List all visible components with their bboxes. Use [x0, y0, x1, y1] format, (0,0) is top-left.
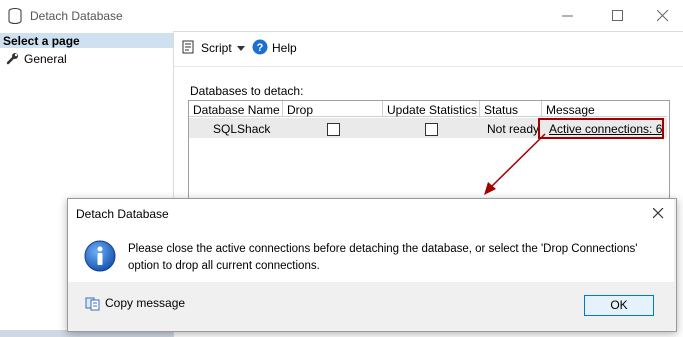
maximize-icon [612, 10, 623, 21]
column-header-drop-connections[interactable]: Drop Connections [283, 101, 383, 131]
help-button[interactable]: ? Help [252, 38, 302, 58]
window-title: Detach Database [30, 9, 123, 23]
databases-label: Databases to detach: [190, 84, 304, 98]
minimize-icon [562, 15, 573, 17]
help-icon: ? [252, 39, 268, 55]
column-header-update-statistics[interactable]: Update Statistics [383, 101, 480, 117]
script-label: Script [201, 41, 232, 55]
dialog-close-button[interactable] [646, 201, 670, 225]
close-button[interactable] [640, 0, 683, 31]
wrench-icon [6, 53, 18, 65]
annotation-arrow [484, 133, 546, 195]
svg-text:?: ? [257, 42, 264, 54]
dialog-message-line2: option to drop all current connections. [128, 260, 320, 272]
highlight-box [538, 118, 664, 139]
help-label: Help [272, 41, 297, 55]
select-page-header: Select a page [0, 33, 173, 48]
database-name-cell: SQLShack [213, 122, 271, 136]
minimize-button[interactable] [545, 0, 591, 31]
maximize-button[interactable] [595, 0, 641, 31]
update-statistics-checkbox[interactable] [425, 123, 438, 136]
chevron-down-icon[interactable] [237, 46, 245, 51]
script-button[interactable]: Script [181, 38, 245, 58]
close-icon [653, 208, 664, 219]
ok-button[interactable]: OK [584, 295, 654, 316]
script-icon [182, 40, 194, 54]
dialog-title: Detach Database [76, 207, 169, 221]
dialog-message-line1: Please close the active connections befo… [128, 243, 638, 255]
toolbar-divider [174, 66, 683, 67]
close-icon [657, 10, 669, 22]
column-header-message[interactable]: Message [542, 101, 667, 117]
dialog-message: Please close the active connections befo… [128, 241, 648, 275]
copy-icon [85, 297, 100, 311]
database-icon [8, 8, 22, 24]
page-item-general[interactable]: General [6, 51, 126, 67]
copy-message-label: Copy message [105, 296, 186, 310]
column-header-status[interactable]: Status [480, 101, 542, 117]
info-icon [84, 240, 116, 272]
copy-message-button[interactable]: Copy message [85, 295, 195, 313]
drop-connections-checkbox[interactable] [327, 123, 340, 136]
column-header-database-name[interactable]: Database Name [189, 101, 283, 117]
page-item-label: General [24, 52, 67, 66]
select-page-label: Select a page [3, 34, 80, 48]
